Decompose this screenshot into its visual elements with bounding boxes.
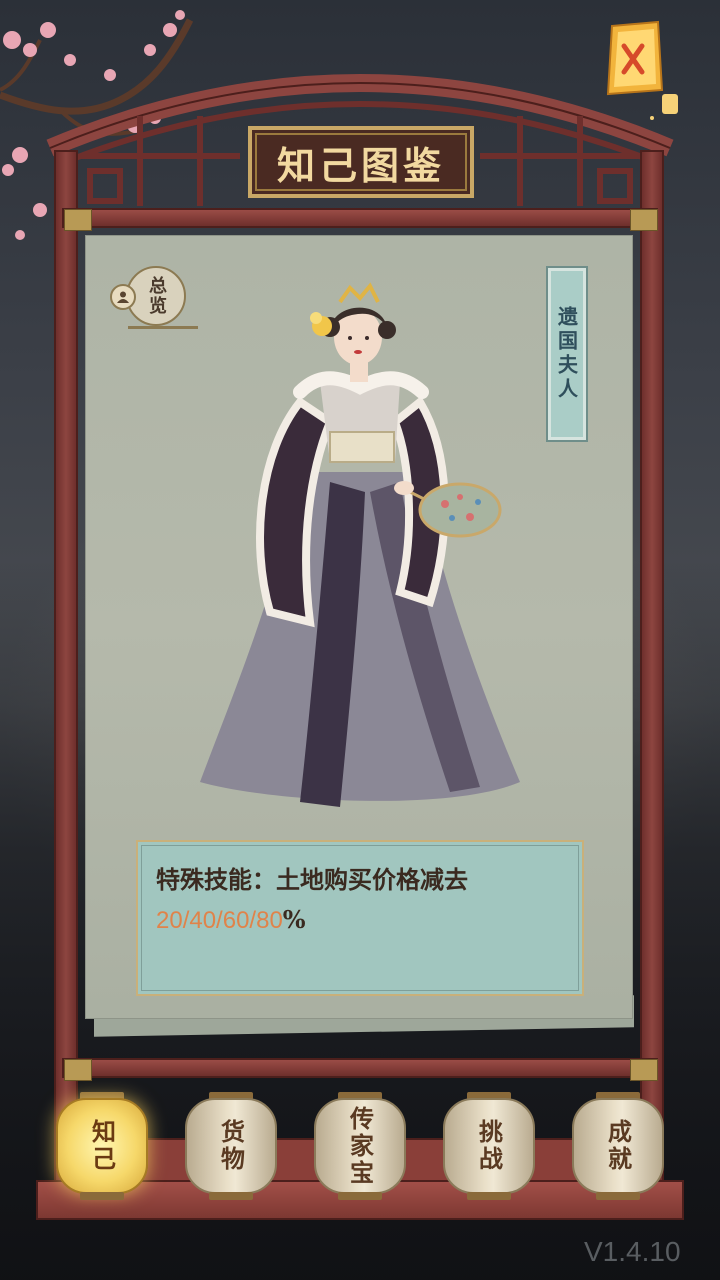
tab-zhiji[interactable]: 知己 [56, 1090, 148, 1202]
character-name-banner: 遗国夫人 [546, 266, 588, 442]
frame-beam-top [62, 208, 658, 228]
tab-goods[interactable]: 货物 [185, 1090, 277, 1202]
lantern-body: 成就 [572, 1098, 664, 1194]
frame-cap [64, 1059, 92, 1081]
lantern-body: 知己 [56, 1098, 148, 1194]
tab-achievement[interactable]: 成就 [572, 1090, 664, 1202]
overview-button[interactable]: 总览 [110, 262, 198, 336]
frame-cap [630, 209, 658, 231]
lantern-cap [467, 1192, 511, 1200]
tab-challenge[interactable]: 挑战 [443, 1090, 535, 1202]
tab-label: 货物 [216, 1119, 246, 1173]
skill-values: 20/40/60/80 [156, 907, 283, 934]
lantern-body: 挑战 [443, 1098, 535, 1194]
lantern-body: 传家宝 [314, 1098, 406, 1194]
frame-beam-bottom [62, 1058, 658, 1078]
skill-unit: % [282, 905, 306, 934]
page-title: 知己图鉴 [276, 142, 445, 188]
lantern-cap [338, 1192, 382, 1200]
tab-label: 传家宝 [345, 1105, 375, 1187]
skill-label: 特殊技能： [156, 865, 276, 894]
tab-label: 知己 [87, 1119, 117, 1173]
lantern-cap [596, 1192, 640, 1200]
skill-description-box: 特殊技能：土地购买价格减去 20/40/60/80% [136, 840, 584, 996]
tab-label: 挑战 [474, 1119, 504, 1173]
overview-underline [128, 326, 198, 329]
frame-cap [630, 1059, 658, 1081]
character-portrait [200, 282, 520, 807]
title-plaque: 知己图鉴 [248, 126, 474, 198]
lantern-body: 货物 [185, 1098, 277, 1194]
tab-label: 成就 [603, 1119, 633, 1173]
frame-post-left [54, 150, 78, 1210]
frame-post-right [640, 150, 664, 1210]
skill-text: 土地购买价格减去 [276, 865, 468, 894]
tab-heirloom[interactable]: 传家宝 [314, 1090, 406, 1202]
skill-description: 特殊技能：土地购买价格减去 20/40/60/80% [156, 860, 564, 941]
overview-label: 总览 [146, 276, 167, 316]
lantern-cap [80, 1192, 124, 1200]
person-icon [110, 284, 136, 310]
version-label: V1.4.10 [584, 1236, 681, 1267]
frame-cap [64, 209, 92, 231]
character-name: 遗国夫人 [554, 306, 579, 402]
lantern-cap [209, 1192, 253, 1200]
